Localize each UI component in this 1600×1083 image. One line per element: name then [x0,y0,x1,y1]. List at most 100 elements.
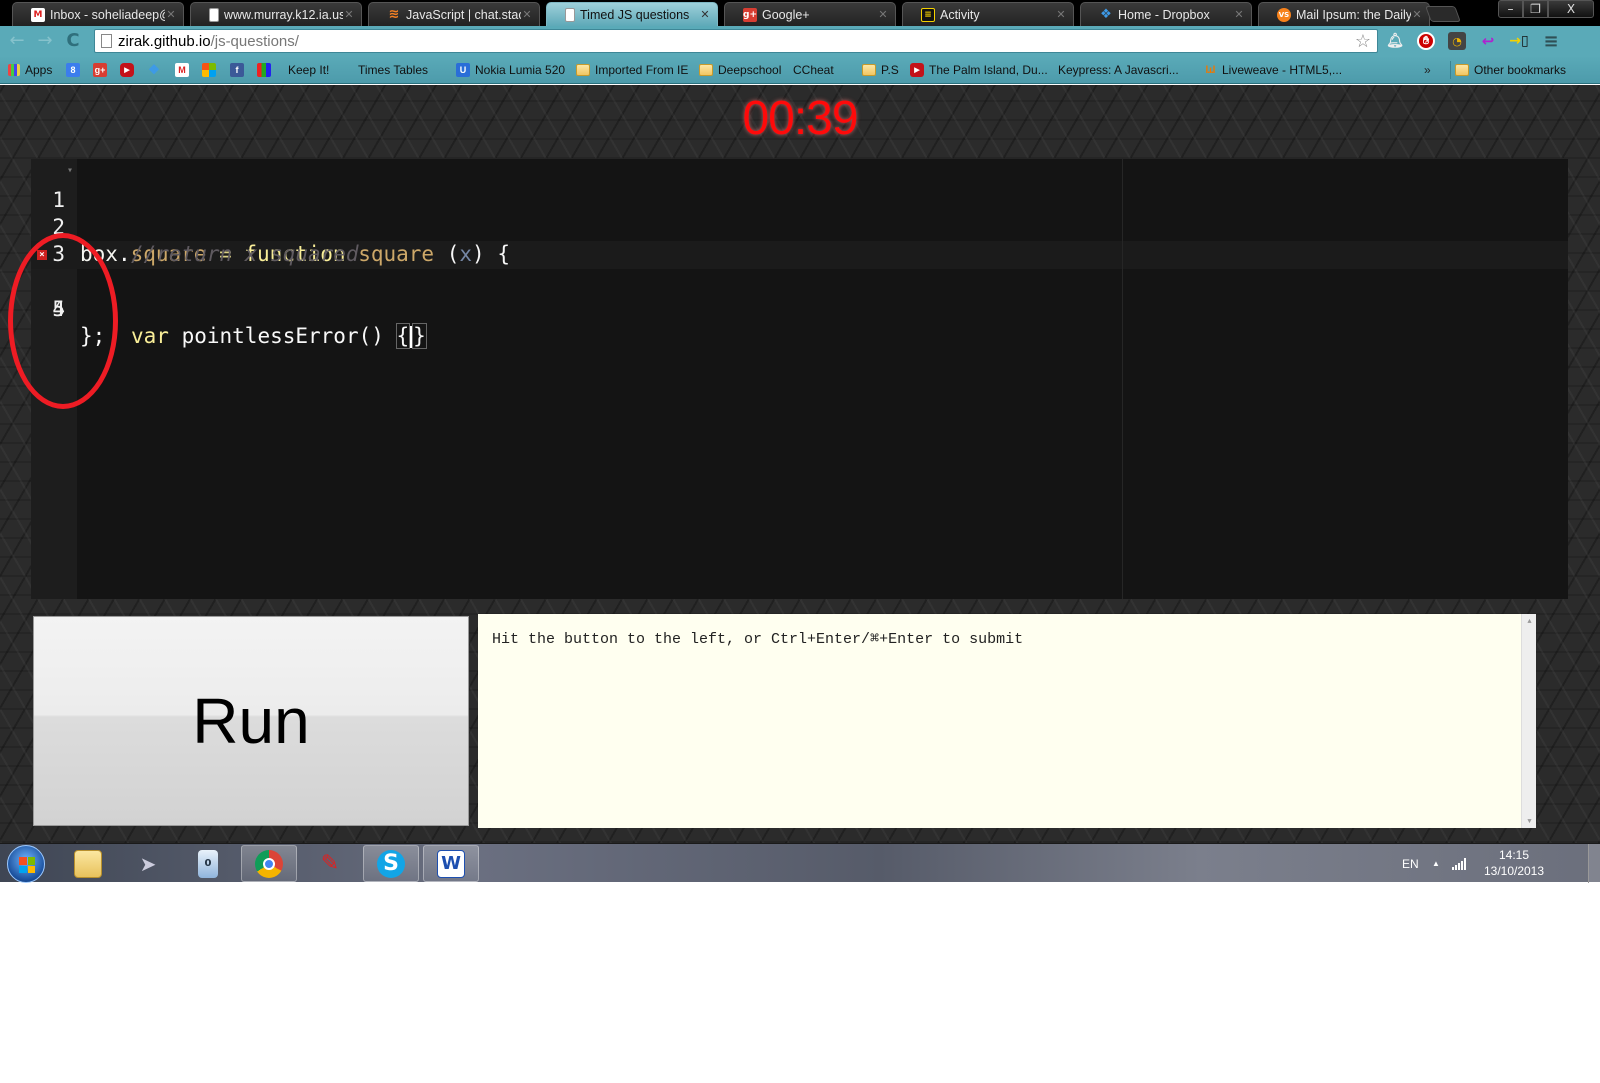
close-tab-icon[interactable]: ✕ [343,8,355,21]
tab-timed-js-questions[interactable]: Timed JS questions ✕ [546,2,718,26]
forward-button[interactable]: → [34,30,56,52]
clock-extension-icon[interactable]: ◔ [1448,32,1466,50]
tab-murray[interactable]: www.murray.k12.ia.us/v ✕ [190,2,362,26]
system-clock[interactable]: 14:15 13/10/2013 [1478,847,1550,879]
code-line[interactable]: 1 ▾ box.square = function square (x) { [31,157,1568,266]
menu-button[interactable]: ≡ [1542,31,1560,52]
adblock-icon[interactable]: ✋︎ [1417,32,1435,50]
bookmark-apps[interactable]: Apps [8,61,52,79]
tab-dropbox[interactable]: ❖ Home - Dropbox ✕ [1080,2,1252,26]
bookmarks-overflow-button[interactable]: » [1424,61,1431,79]
taskbar-word[interactable]: W [423,845,479,882]
minimize-button[interactable]: – [1498,0,1523,18]
output-scrollbar[interactable]: ▲ ▼ [1521,614,1536,828]
close-tab-icon[interactable]: ✕ [1055,8,1067,21]
fold-arrow-icon[interactable]: ▾ [67,157,73,184]
bookmark-gmail[interactable]: M [175,61,194,79]
tab-activity[interactable]: ≡ Activity ✕ [902,2,1074,26]
phone-extension-icon[interactable]: → ▯ [1509,32,1528,50]
taskbar-calculator[interactable]: 0 [180,845,236,882]
close-tab-icon[interactable]: ✕ [877,8,889,21]
folder-icon [699,64,713,76]
bookmark-star-icon[interactable]: ☆ [1355,31,1371,52]
language-indicator[interactable]: EN [1402,844,1419,883]
bookmark-palm-island[interactable]: ▶ The Palm Island, Du... [910,61,1048,79]
close-tab-icon[interactable]: ✕ [1411,8,1423,21]
back-button[interactable]: ← [6,30,28,52]
bookmark-nokia[interactable]: U Nokia Lumia 520 [456,61,565,79]
liveweave-icon: l.ı.l [1205,64,1216,76]
apps-icon [8,64,20,76]
close-window-button[interactable]: X [1548,0,1594,18]
close-tab-icon[interactable]: ✕ [1233,8,1245,21]
page-icon [565,7,575,22]
close-icon: X [1566,2,1576,16]
clock-date: 13/10/2013 [1483,864,1545,878]
network-signal-icon[interactable] [1452,844,1468,883]
restore-button[interactable]: ❐ [1523,0,1548,18]
bookmark-shop[interactable] [257,61,276,79]
bell-icon[interactable]: 🔔︎ [1386,32,1404,50]
dropbox-icon: ❖ [1100,7,1112,22]
code-line[interactable]: 2 //return x squared [31,187,1568,266]
new-tab-button[interactable] [1425,6,1461,22]
bookmark-microsoft[interactable] [202,61,221,79]
bookmark-google[interactable]: 8 [66,61,85,79]
bookmark-label: Keep It! [288,63,330,77]
youtube-icon: ▶ [910,63,924,77]
start-button[interactable] [7,845,45,883]
code-line[interactable]: × 4 var pointlessError() {} [31,242,1568,349]
address-bar[interactable]: zirak.github.io/js-questions/ ☆ [94,29,1378,53]
output-panel: Hit the button to the left, or Ctrl+Ente… [478,614,1536,828]
page-icon [209,7,219,22]
other-bookmarks[interactable]: Other bookmarks [1450,61,1566,79]
bookmark-label: Nokia Lumia 520 [475,63,566,77]
bookmark-facebook[interactable]: f [230,61,249,79]
countdown-timer: 00:39 [742,92,858,145]
tab-title: Google+ [762,7,810,22]
error-marker-icon[interactable]: × [37,250,47,260]
page-icon [101,34,112,48]
undo-extension-icon[interactable]: ↩ [1479,32,1497,50]
bookmark-ccheat[interactable]: CCheat [793,61,834,160]
bookmark-keep-it[interactable]: Keep It! [288,61,330,160]
tab-mail-ipsum[interactable]: VS Mail Ipsum: the Daily M ✕ [1258,2,1430,26]
bookmark-imported-from-ie[interactable]: Imported From IE [576,61,688,79]
close-tab-icon[interactable]: ✕ [699,8,711,21]
bookmark-google-plus[interactable]: g+ [93,61,112,79]
taskbar-skype[interactable]: S [363,845,419,882]
code-line[interactable]: 3 [31,214,1568,266]
url-host: zirak.github.io [118,32,211,50]
show-desktop-button[interactable] [1588,844,1600,883]
bookmark-ps[interactable]: P.S [862,61,899,79]
stackoverflow-icon: ≋ [388,7,400,22]
dropbox-icon: ❖ [148,62,160,77]
bookmark-keypress[interactable]: Keypress: A Javascri... [1058,61,1179,160]
taskbar-paint[interactable]: ✎ [302,845,358,882]
bookmark-youtube[interactable]: ▶ [120,61,139,79]
bookmark-label: The Palm Island, Du... [929,63,1048,77]
show-hidden-icons-button[interactable]: ▲ [1432,844,1440,883]
tab-google-plus[interactable]: g+ Google+ ✕ [724,2,896,26]
run-button[interactable]: Run [33,616,469,826]
tab-inbox[interactable]: M Inbox - soheliadeep@gr ✕ [12,2,184,26]
url-path: /js-questions/ [210,32,299,50]
code-line[interactable]: 5 }; [31,269,1568,348]
code-editor[interactable]: 1 ▾ box.square = function square (x) { 2… [31,159,1568,599]
scroll-down-icon[interactable]: ▼ [1522,818,1537,826]
reload-button[interactable]: C [62,30,84,52]
taskbar-chrome[interactable] [241,845,297,882]
output-message: Hit the button to the left, or Ctrl+Ente… [492,631,1024,648]
taskbar-explorer[interactable] [60,845,116,882]
bookmark-deepschool[interactable]: Deepschool [699,61,781,79]
facebook-icon: f [230,63,244,77]
bookmark-liveweave[interactable]: l.ı.l Liveweave - HTML5,... [1203,61,1343,79]
scroll-up-icon[interactable]: ▲ [1522,618,1537,626]
forward-arrow-icon: → [37,30,53,51]
tab-stackoverflow-chat[interactable]: ≋ JavaScript | chat.stackov ✕ [368,2,540,26]
bookmark-times-tables[interactable]: Times Tables [358,61,428,160]
close-tab-icon[interactable]: ✕ [165,8,177,21]
bookmark-dropbox[interactable]: ❖ [147,61,166,79]
taskbar-scanner[interactable]: ➤ [120,845,176,882]
close-tab-icon[interactable]: ✕ [521,8,533,21]
